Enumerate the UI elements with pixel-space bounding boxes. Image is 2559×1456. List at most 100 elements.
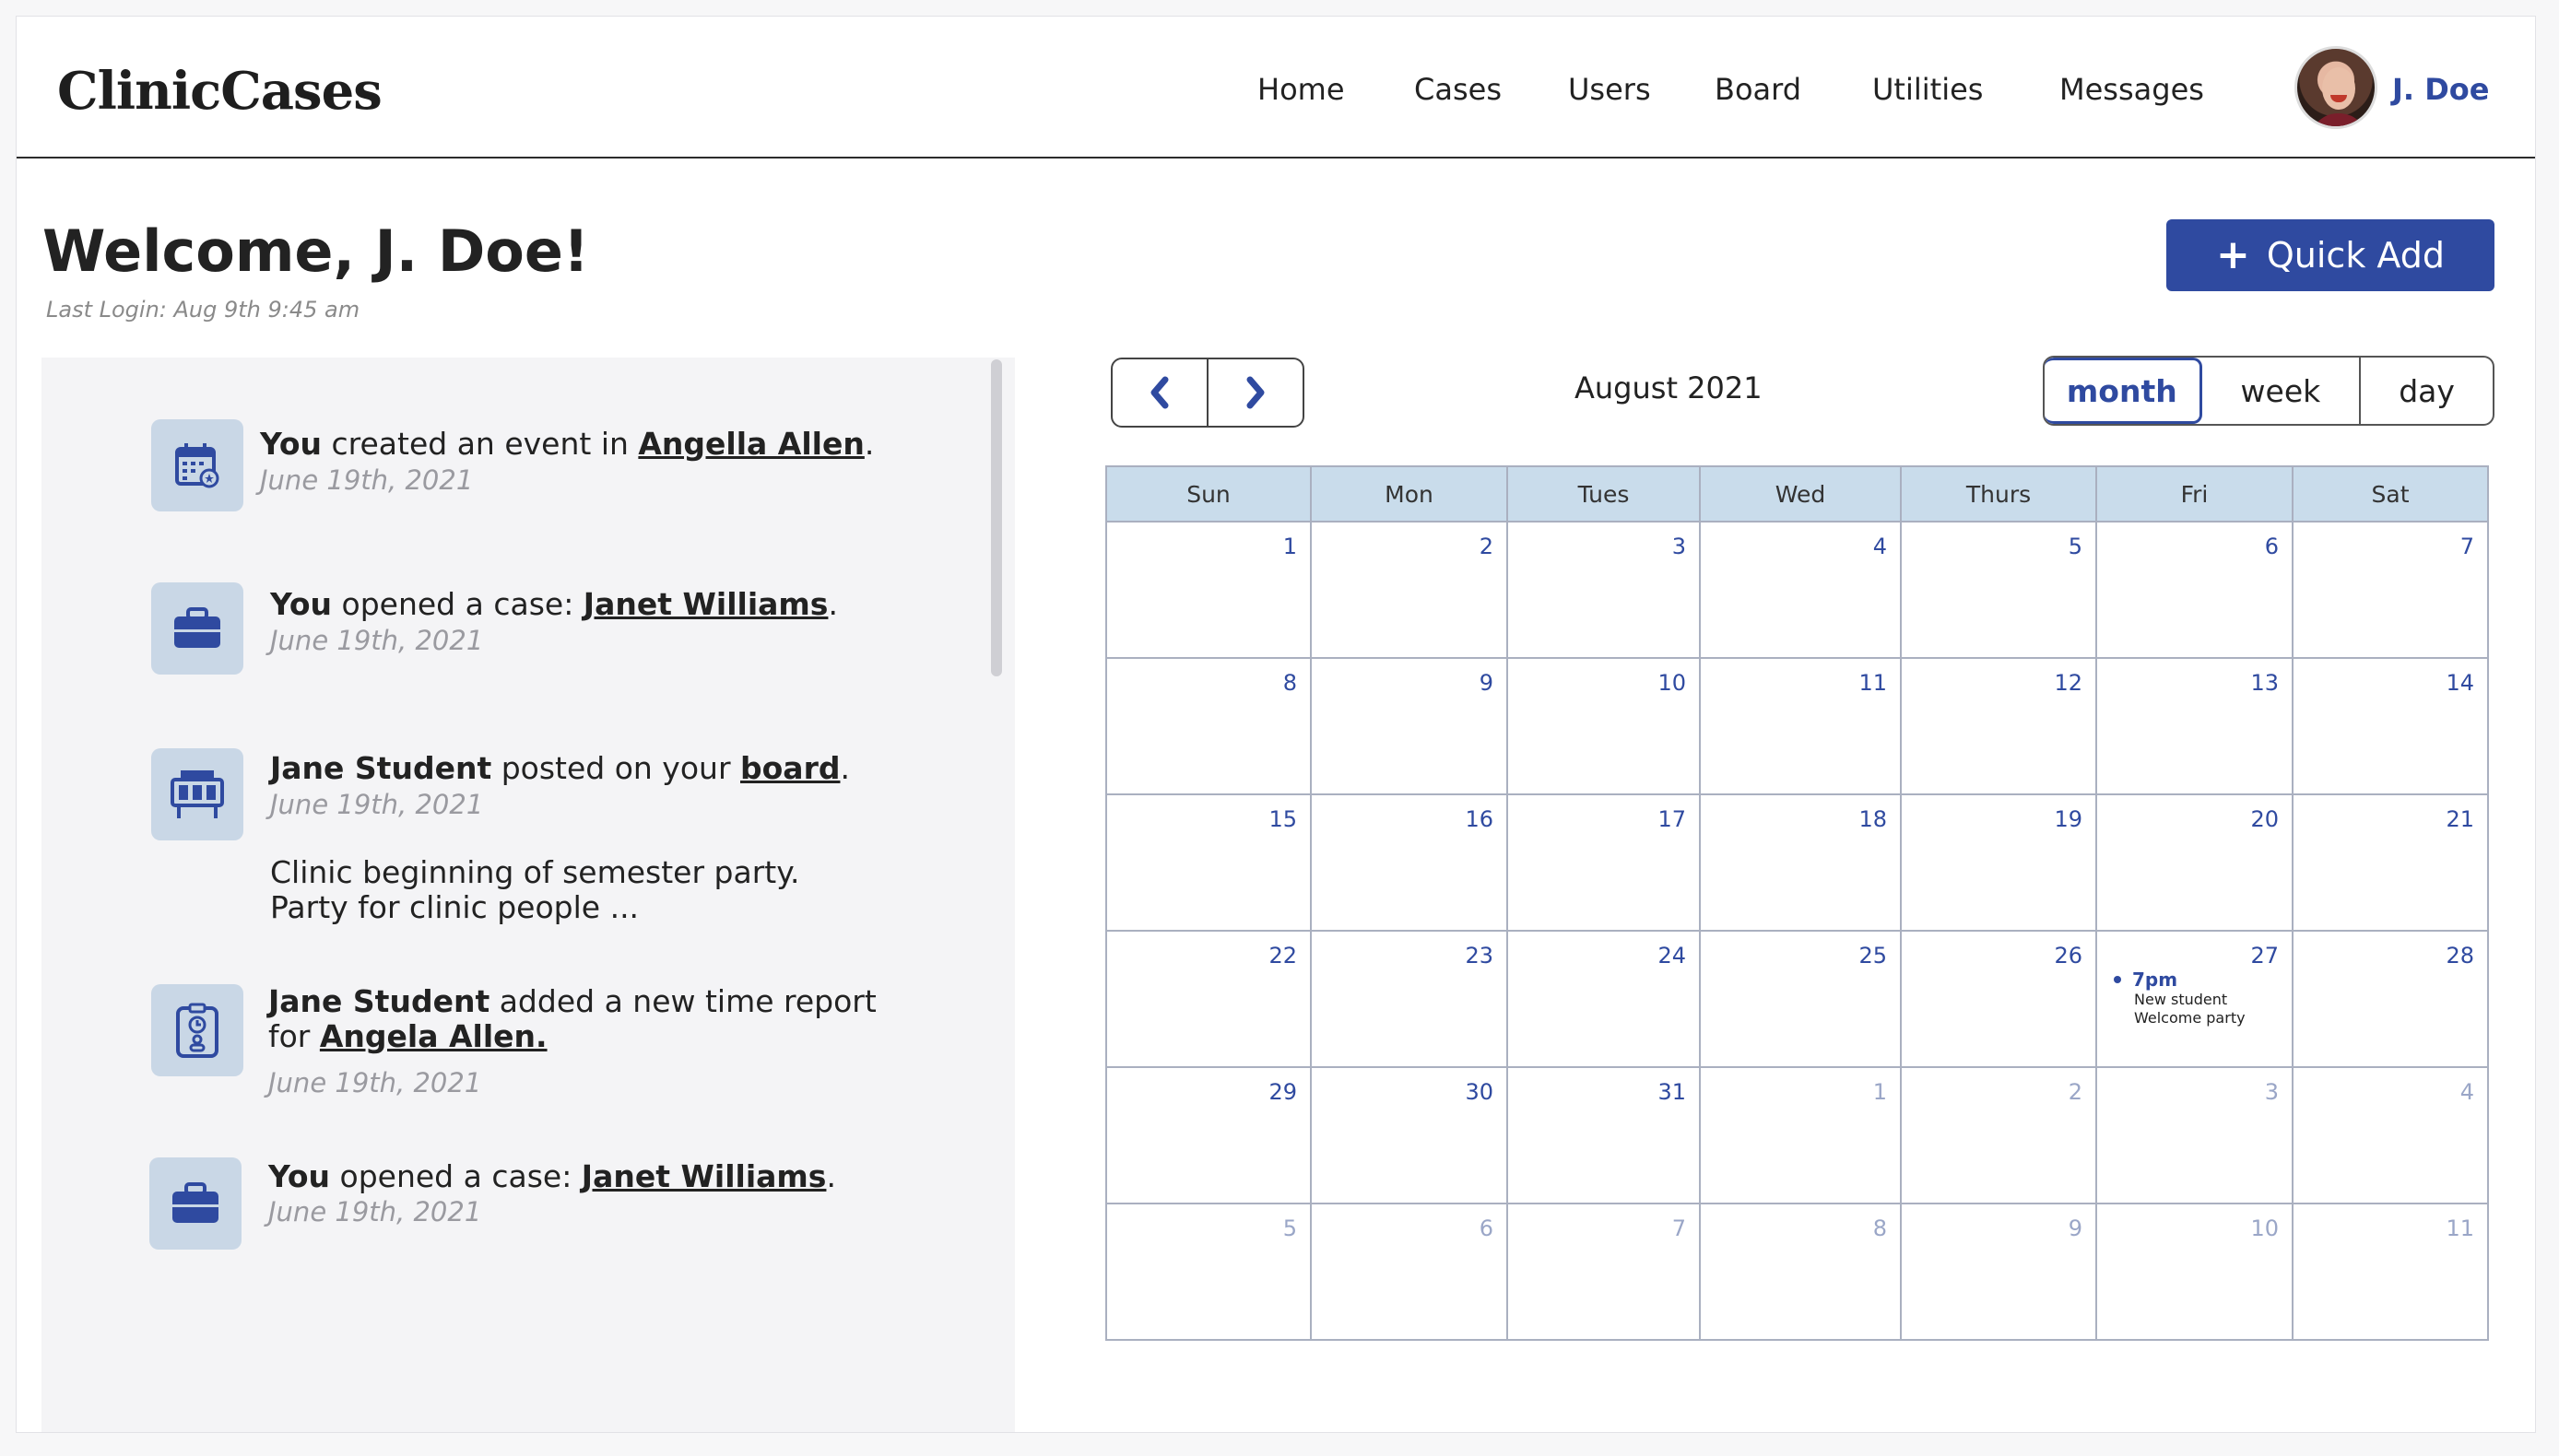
feed-date: June 19th, 2021: [268, 1067, 482, 1098]
top-header: ClinicCases Home Cases Users Board Utili…: [17, 17, 2535, 159]
calendar-day[interactable]: 20: [2095, 793, 2294, 932]
nav-board[interactable]: Board: [1715, 72, 1801, 107]
plus-icon: +: [2216, 231, 2250, 278]
calendar-view-toggle: month week day: [2043, 356, 2494, 426]
calendar-day[interactable]: 12: [1900, 657, 2097, 795]
weekday-header: Sun: [1105, 465, 1312, 523]
calendar-day[interactable]: 23: [1310, 930, 1508, 1068]
calendar-day[interactable]: 19: [1900, 793, 2097, 932]
calendar-event[interactable]: 7pm New student Welcome party: [2114, 969, 2246, 1027]
calendar-day[interactable]: 15: [1105, 793, 1312, 932]
time-report-icon: [151, 984, 243, 1076]
calendar-day[interactable]: 17: [1506, 793, 1701, 932]
calendar-day[interactable]: 5: [1900, 521, 2097, 659]
calendar-day-next-month[interactable]: 8: [1699, 1203, 1902, 1341]
next-month-button[interactable]: [1207, 359, 1303, 426]
weekday-header: Tues: [1506, 465, 1701, 523]
calendar-day[interactable]: 6: [2095, 521, 2294, 659]
calendar-day[interactable]: 7: [2292, 521, 2489, 659]
feed-item-text: Jane Student added a new time report: [268, 983, 877, 1019]
calendar-day-next-month[interactable]: 4: [2292, 1066, 2489, 1204]
quick-add-button[interactable]: + Quick Add: [2166, 219, 2494, 291]
app-frame: ClinicCases Home Cases Users Board Utili…: [16, 16, 2536, 1433]
calendar-day-next-month[interactable]: 11: [2292, 1203, 2489, 1341]
app-logo[interactable]: ClinicCases: [57, 61, 383, 122]
feed-link[interactable]: Angella Allen: [638, 426, 864, 462]
calendar-day[interactable]: 10: [1506, 657, 1701, 795]
event-time: 7pm: [2114, 969, 2246, 991]
calendar-day-next-month[interactable]: 6: [1310, 1203, 1508, 1341]
view-month-button[interactable]: month: [2045, 358, 2202, 424]
nav-home[interactable]: Home: [1257, 72, 1345, 107]
avatar[interactable]: [2294, 46, 2377, 129]
user-name[interactable]: J. Doe: [2392, 72, 2489, 107]
calendar-day-next-month[interactable]: 9: [1900, 1203, 2097, 1341]
page-title: Welcome, J. Doe!: [42, 217, 590, 285]
calendar-day[interactable]: 31: [1506, 1066, 1701, 1204]
calendar-day[interactable]: 3: [1506, 521, 1701, 659]
calendar-day[interactable]: 30: [1310, 1066, 1508, 1204]
feed-date: June 19th, 2021: [260, 464, 474, 496]
calendar-day[interactable]: 22: [1105, 930, 1312, 1068]
calendar-grid: Sun Mon Tues Wed Thurs Fri Sat 1 2 3 4 5…: [1105, 465, 2489, 1341]
feed-item-text-line2: for Angela Allen.: [268, 1018, 548, 1054]
calendar-day[interactable]: 18: [1699, 793, 1902, 932]
calendar-day[interactable]: 9: [1310, 657, 1508, 795]
board-icon: [151, 748, 243, 840]
calendar-day[interactable]: 13: [2095, 657, 2294, 795]
calendar-day[interactable]: 14: [2292, 657, 2489, 795]
activity-feed[interactable]: You created an event in Angella Allen. J…: [41, 358, 1015, 1432]
calendar-day-next-month[interactable]: 10: [2095, 1203, 2294, 1341]
calendar-day[interactable]: 2: [1310, 521, 1508, 659]
calendar-day[interactable]: 8: [1105, 657, 1312, 795]
calendar-day[interactable]: 1: [1105, 521, 1312, 659]
calendar-day[interactable]: 21: [2292, 793, 2489, 932]
day-number: 27: [2250, 943, 2279, 969]
calendar-day-next-month[interactable]: 3: [2095, 1066, 2294, 1204]
feed-post-body: Clinic beginning of semester party. Part…: [270, 854, 800, 925]
calendar-day-next-month[interactable]: 2: [1900, 1066, 2097, 1204]
feed-link[interactable]: board: [740, 750, 840, 786]
calendar-nav: [1111, 358, 1304, 428]
feed-item-text: You opened a case: Janet Williams.: [270, 586, 838, 622]
calendar-day-next-month[interactable]: 5: [1105, 1203, 1312, 1341]
nav-users[interactable]: Users: [1568, 72, 1651, 107]
view-week-button[interactable]: week: [2202, 358, 2360, 424]
calendar-day[interactable]: 29: [1105, 1066, 1312, 1204]
weekday-header: Thurs: [1900, 465, 2097, 523]
calendar-icon: [151, 419, 243, 511]
calendar-day-next-month[interactable]: 7: [1506, 1203, 1701, 1341]
nav-messages[interactable]: Messages: [2059, 72, 2204, 107]
feed-item-text: Jane Student posted on your board.: [270, 750, 850, 786]
view-day-button[interactable]: day: [2359, 358, 2493, 424]
calendar-day[interactable]: 16: [1310, 793, 1508, 932]
briefcase-icon: [149, 1157, 242, 1250]
event-title-line1: New student: [2134, 991, 2228, 1008]
calendar-day[interactable]: 26: [1900, 930, 2097, 1068]
chevron-right-icon: [1246, 376, 1265, 409]
calendar-day[interactable]: 28: [2292, 930, 2489, 1068]
feed-link[interactable]: Janet Williams: [584, 586, 829, 622]
calendar-day[interactable]: 11: [1699, 657, 1902, 795]
calendar-day-with-event[interactable]: 27 7pm New student Welcome party: [2095, 930, 2294, 1068]
prev-month-button[interactable]: [1113, 359, 1207, 426]
feed-date: June 19th, 2021: [270, 625, 484, 656]
nav-cases[interactable]: Cases: [1414, 72, 1502, 107]
calendar-day[interactable]: 25: [1699, 930, 1902, 1068]
feed-date: June 19th, 2021: [268, 1196, 482, 1227]
last-login: Last Login: Aug 9th 9:45 am: [46, 297, 360, 323]
weekday-header: Mon: [1310, 465, 1508, 523]
feed-scrollbar[interactable]: [991, 359, 1002, 676]
feed-link[interactable]: Angela Allen.: [320, 1018, 548, 1054]
feed-link[interactable]: Janet Williams: [582, 1158, 827, 1194]
feed-item-text: You opened a case: Janet Williams.: [268, 1158, 836, 1194]
calendar-day-next-month[interactable]: 1: [1699, 1066, 1902, 1204]
calendar-day[interactable]: 4: [1699, 521, 1902, 659]
quick-add-label: Quick Add: [2266, 235, 2445, 276]
feed-item-text: You created an event in Angella Allen.: [260, 426, 875, 462]
calendar-day[interactable]: 24: [1506, 930, 1701, 1068]
calendar-month-title: August 2021: [1574, 370, 1763, 405]
nav-utilities[interactable]: Utilities: [1872, 72, 1983, 107]
chevron-left-icon: [1150, 376, 1169, 409]
weekday-header: Wed: [1699, 465, 1902, 523]
